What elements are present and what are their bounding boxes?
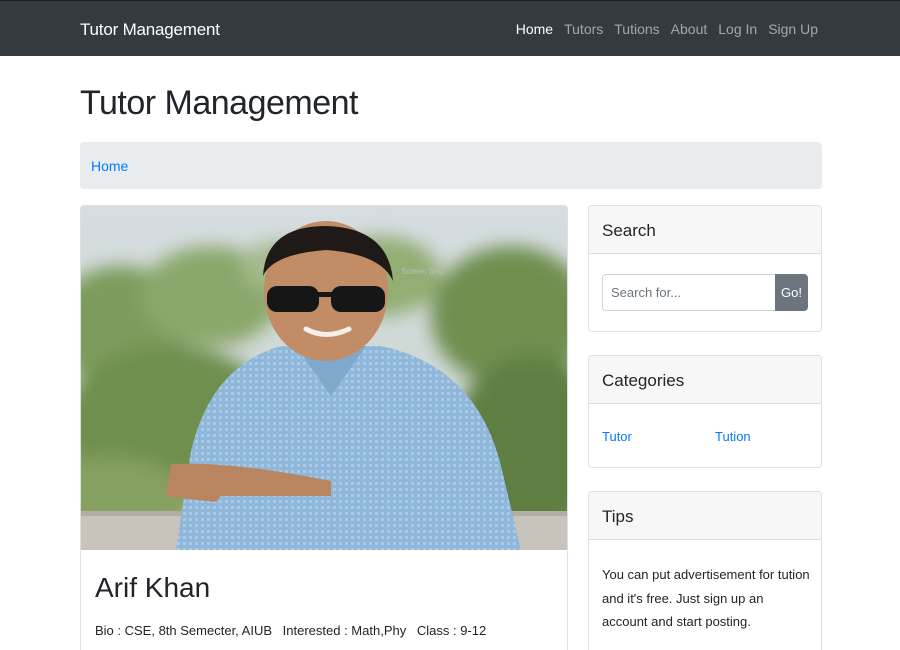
- tips-widget: Tips You can put advertisement for tutio…: [588, 491, 822, 650]
- nav-link-about[interactable]: About: [671, 21, 708, 37]
- nav-link-login[interactable]: Log In: [718, 21, 757, 37]
- tutor-name: Arif Khan: [95, 572, 211, 603]
- photo-watermark: Screen Snip: [401, 267, 445, 276]
- tutor-bio: Bio : CSE, 8th Semecter, AIUB Interested…: [95, 623, 493, 638]
- tips-text: You can put advertisement for tution and…: [602, 567, 810, 629]
- tips-widget-title: Tips: [589, 492, 821, 540]
- breadcrumb: Home: [80, 142, 822, 189]
- navbar-brand[interactable]: Tutor Management: [80, 20, 220, 40]
- search-input[interactable]: [602, 274, 775, 311]
- navbar: Tutor Management Home Tutors Tutions Abo…: [0, 0, 900, 56]
- page-title: Tutor Management: [80, 84, 359, 122]
- bio-text: Bio : CSE, 8th Semecter, AIUB: [95, 623, 273, 638]
- nav-link-signup[interactable]: Sign Up: [768, 21, 818, 37]
- nav-link-home[interactable]: Home: [516, 21, 553, 37]
- nav-link-tutions[interactable]: Tutions: [614, 21, 659, 37]
- nav-link-tutors[interactable]: Tutors: [564, 21, 603, 37]
- search-box: Go!: [602, 274, 808, 311]
- profile-card: Screen Snip Arif Khan Bio : CSE, 8th Sem…: [80, 205, 568, 650]
- category-link-tutor[interactable]: Tutor: [602, 429, 632, 444]
- categories-widget: Categories Tutor Tution: [588, 355, 822, 468]
- interested-text: Interested : Math,Phy: [282, 623, 407, 638]
- class-text: Class : 9-12: [416, 623, 487, 638]
- breadcrumb-home-link[interactable]: Home: [91, 158, 128, 174]
- search-widget-title: Search: [589, 206, 821, 254]
- navbar-links: Home Tutors Tutions About Log In Sign Up: [516, 21, 818, 37]
- search-widget: Search Go!: [588, 205, 822, 332]
- search-go-button[interactable]: Go!: [775, 274, 808, 311]
- categories-widget-title: Categories: [589, 356, 821, 404]
- profile-photo: Screen Snip: [81, 206, 567, 550]
- category-link-tution[interactable]: Tution: [715, 429, 751, 444]
